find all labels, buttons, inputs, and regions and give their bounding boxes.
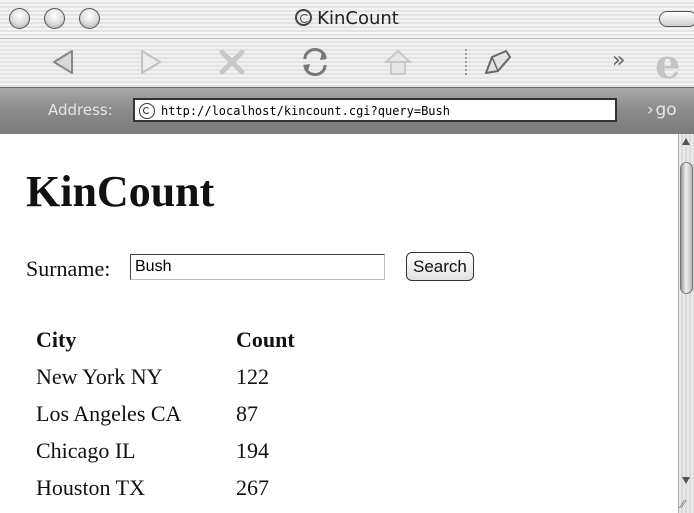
pen-icon	[485, 50, 511, 74]
forward-button[interactable]	[128, 45, 172, 79]
window-title-wrap: KinCount	[0, 8, 694, 29]
table-row: Houston TX 267	[36, 469, 295, 506]
forward-arrow-icon	[141, 50, 161, 74]
toolbar-overflow-button[interactable]: »	[612, 48, 625, 73]
results-table: City Count New York NY 122 Los Angeles C…	[36, 322, 295, 506]
address-input[interactable]	[161, 101, 611, 120]
search-button[interactable]: Search	[406, 252, 474, 281]
column-header-city: City	[36, 327, 77, 352]
refresh-button[interactable]	[293, 45, 337, 79]
scroll-up-arrow-icon[interactable]	[682, 138, 690, 145]
go-button[interactable]: › go	[647, 100, 677, 120]
table-row: Chicago IL 194	[36, 432, 295, 469]
table-header-row: City Count	[36, 322, 295, 358]
title-bar: KinCount	[0, 0, 694, 39]
count-cell: 267	[236, 474, 269, 500]
city-cell: Chicago IL	[36, 437, 136, 463]
table-row: Los Angeles CA 87	[36, 395, 295, 432]
page-content: KinCount Surname: Search City Count New …	[0, 134, 678, 513]
browser-logo-icon: e	[655, 41, 681, 88]
toolbar-separator	[465, 49, 467, 75]
count-cell: 122	[236, 363, 269, 389]
scroll-down-arrow-icon[interactable]	[682, 477, 690, 484]
address-bar: Address: › go	[0, 87, 694, 135]
scroll-thumb[interactable]	[680, 162, 693, 294]
count-cell: 87	[236, 400, 258, 426]
vertical-scrollbar[interactable]	[678, 134, 694, 513]
autofill-button[interactable]	[476, 45, 520, 79]
page-icon	[139, 103, 155, 119]
column-header-count: Count	[236, 327, 295, 352]
address-field[interactable]	[133, 98, 617, 122]
window-title: KinCount	[317, 8, 399, 29]
city-cell: Los Angeles CA	[36, 400, 182, 426]
go-label: go	[655, 100, 677, 120]
back-arrow-icon	[53, 50, 73, 74]
table-row: New York NY 122	[36, 358, 295, 395]
city-cell: Houston TX	[36, 474, 145, 500]
count-cell: 194	[236, 437, 269, 463]
stop-icon	[219, 49, 245, 75]
refresh-icon	[303, 48, 327, 76]
home-button[interactable]	[376, 45, 420, 79]
resize-grip-icon[interactable]: ⁄⁄	[681, 498, 685, 511]
surname-label: Surname:	[26, 256, 111, 281]
surname-input[interactable]	[130, 254, 385, 280]
page-icon	[295, 9, 313, 26]
toolbar: » e	[0, 39, 694, 88]
address-label: Address:	[48, 101, 113, 119]
home-icon	[383, 49, 413, 75]
city-cell: New York NY	[36, 363, 163, 389]
back-button[interactable]	[42, 45, 86, 79]
page-title: KinCount	[26, 167, 215, 216]
stop-button[interactable]	[210, 45, 254, 79]
toolbar-toggle-button[interactable]	[659, 11, 694, 27]
